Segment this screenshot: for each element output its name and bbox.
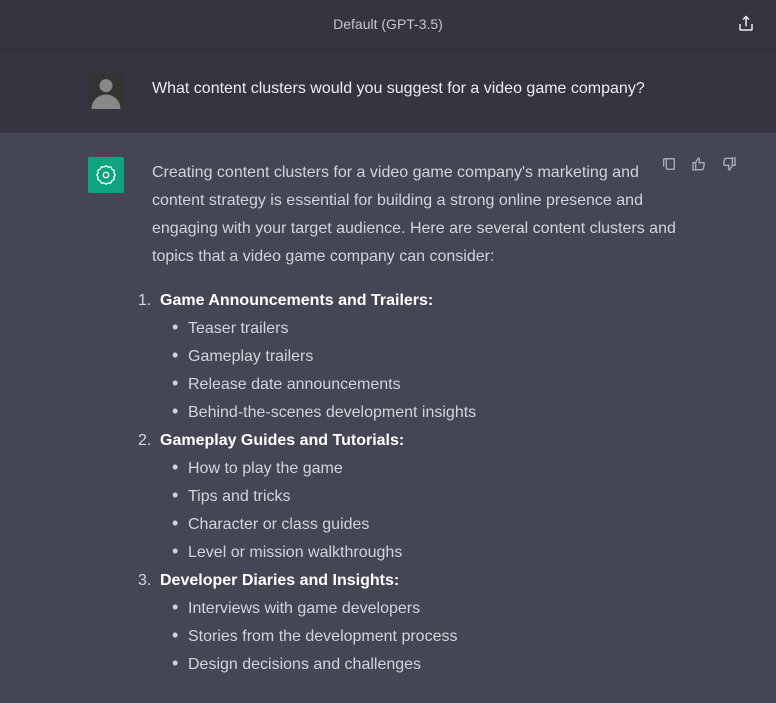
list-item: Release date announcements xyxy=(168,371,688,399)
cluster-title: Gameplay Guides and Tutorials: xyxy=(160,432,404,449)
list-item: Character or class guides xyxy=(168,511,688,539)
list-item: Design decisions and challenges xyxy=(168,651,688,679)
cluster-item: Game Announcements and Trailers: Teaser … xyxy=(138,287,688,427)
list-item: How to play the game xyxy=(168,455,688,483)
assistant-message: Creating content clusters for a video ga… xyxy=(0,133,776,703)
cluster-title: Game Announcements and Trailers: xyxy=(160,292,433,309)
assistant-intro: Creating content clusters for a video ga… xyxy=(152,159,688,271)
cluster-title: Developer Diaries and Insights: xyxy=(160,572,399,589)
thumbs-down-button[interactable] xyxy=(720,155,738,173)
thumbs-down-icon xyxy=(721,156,737,172)
thumbs-up-button[interactable] xyxy=(690,155,708,173)
list-item: Tips and tricks xyxy=(168,483,688,511)
list-item: Gameplay trailers xyxy=(168,343,688,371)
list-item: Teaser trailers xyxy=(168,315,688,343)
list-item: Level or mission walkthroughs xyxy=(168,539,688,567)
share-icon xyxy=(737,15,755,33)
assistant-content: Creating content clusters for a video ga… xyxy=(152,157,688,679)
list-item: Behind-the-scenes development insights xyxy=(168,399,688,427)
user-message-text: What content clusters would you suggest … xyxy=(152,73,688,109)
cluster-item: Gameplay Guides and Tutorials: How to pl… xyxy=(138,427,688,567)
header-bar: Default (GPT-3.5) xyxy=(0,0,776,49)
list-item: Interviews with game developers xyxy=(168,595,688,623)
copy-button[interactable] xyxy=(660,155,678,173)
cluster-sublist: Teaser trailers Gameplay trailers Releas… xyxy=(168,315,688,427)
model-label: Default (GPT-3.5) xyxy=(333,16,443,32)
openai-logo-icon xyxy=(95,164,117,186)
assistant-avatar xyxy=(88,157,124,193)
cluster-sublist: Interviews with game developers Stories … xyxy=(168,595,688,679)
clusters-list: Game Announcements and Trailers: Teaser … xyxy=(138,287,688,679)
message-actions xyxy=(660,155,738,173)
user-message: What content clusters would you suggest … xyxy=(0,49,776,133)
cluster-sublist: How to play the game Tips and tricks Cha… xyxy=(168,455,688,567)
list-item: Stories from the development process xyxy=(168,623,688,651)
cluster-item: Developer Diaries and Insights: Intervie… xyxy=(138,567,688,679)
clipboard-icon xyxy=(661,156,677,172)
share-button[interactable] xyxy=(734,12,758,36)
user-avatar xyxy=(88,73,124,109)
thumbs-up-icon xyxy=(691,156,707,172)
